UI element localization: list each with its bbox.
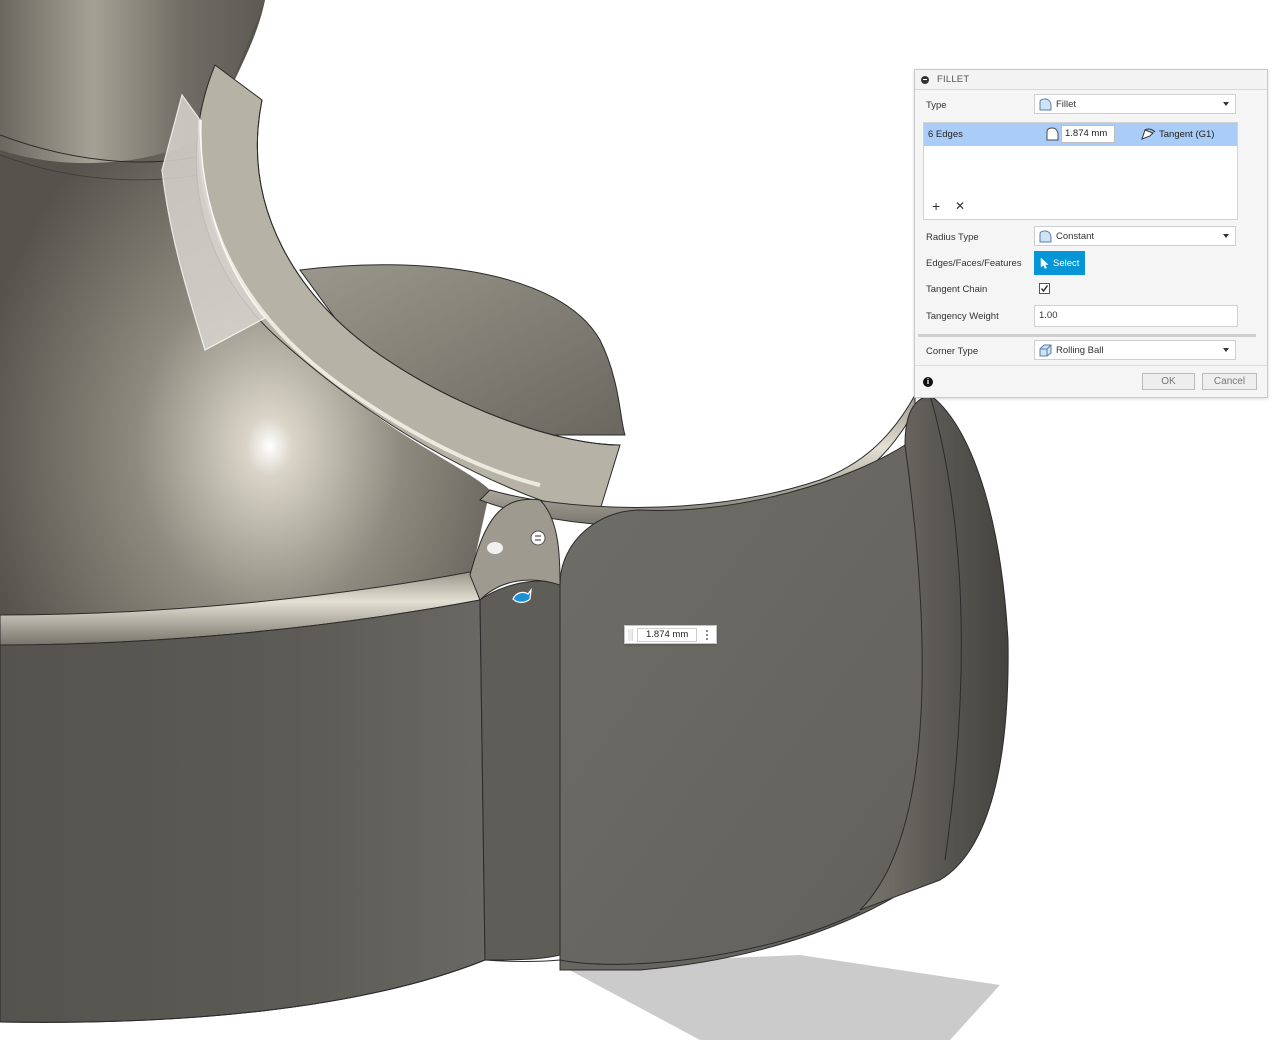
tangent-chain-label: Tangent Chain: [926, 284, 988, 295]
edges-faces-features-label: Edges/Faces/Features: [926, 258, 1022, 269]
tangency-weight-input[interactable]: 1.00: [1034, 305, 1238, 327]
fillet-type-icon: [1039, 97, 1052, 110]
radius-input[interactable]: 1.874 mm: [1061, 125, 1115, 143]
corner-type-dropdown[interactable]: Rolling Ball: [1034, 340, 1236, 360]
select-button-label: Select: [1053, 257, 1080, 269]
dialog-title: FILLET: [937, 74, 970, 85]
vertical-fillet: [479, 580, 561, 961]
corner-type-label: Corner Type: [926, 346, 979, 357]
corner-highlight: [487, 542, 503, 554]
fillet-dialog: FILLET Type Fillet 6 Edges 1.874 mm Tang…: [914, 69, 1268, 398]
tangency-weight-label: Tangency Weight: [926, 311, 999, 322]
footer-divider: [915, 365, 1267, 366]
radius-type-value: Constant: [1056, 230, 1095, 242]
section-divider: [918, 334, 1256, 337]
radius-value-tag[interactable]: 1.874 mm: [624, 625, 717, 644]
chevron-down-icon: [1223, 348, 1229, 352]
more-options-icon[interactable]: [705, 629, 709, 641]
select-button[interactable]: Select: [1034, 251, 1085, 275]
type-value: Fillet: [1056, 98, 1077, 110]
edge-set-label: 6 Edges: [928, 129, 963, 140]
collapse-icon[interactable]: [921, 75, 929, 84]
edges-selection-list[interactable]: 6 Edges 1.874 mm Tangent (G1) + ✕: [923, 122, 1238, 220]
checkmark-icon: [1040, 285, 1049, 293]
cancel-button[interactable]: Cancel: [1202, 373, 1257, 390]
drag-grip[interactable]: [628, 629, 633, 641]
radius-icon: [1046, 127, 1059, 141]
ok-button[interactable]: OK: [1142, 373, 1195, 390]
cursor-icon: [1040, 257, 1049, 269]
tangent-icon[interactable]: [1141, 127, 1156, 141]
type-label: Type: [926, 100, 947, 111]
info-icon[interactable]: i: [923, 377, 933, 387]
type-dropdown[interactable]: Fillet: [1034, 94, 1236, 114]
corner-type-value: Rolling Ball: [1056, 344, 1104, 356]
continuity-value: Tangent (G1): [1159, 129, 1215, 140]
edge-set-row[interactable]: 6 Edges 1.874 mm Tangent (G1): [924, 123, 1237, 146]
flip-handle-icon[interactable]: [530, 530, 546, 546]
tangent-chain-checkbox[interactable]: [1039, 283, 1050, 294]
lower-body: [0, 599, 486, 1023]
dialog-header: FILLET: [915, 70, 1267, 90]
constant-radius-icon: [1039, 229, 1052, 242]
radius-type-label: Radius Type: [926, 232, 979, 243]
radius-tag-input[interactable]: 1.874 mm: [637, 628, 697, 642]
add-icon[interactable]: +: [932, 199, 940, 213]
rolling-ball-icon: [1039, 344, 1052, 356]
remove-icon[interactable]: ✕: [955, 200, 965, 212]
chevron-down-icon: [1223, 234, 1229, 238]
radius-type-dropdown[interactable]: Constant: [1034, 226, 1236, 246]
chevron-down-icon: [1223, 102, 1229, 106]
